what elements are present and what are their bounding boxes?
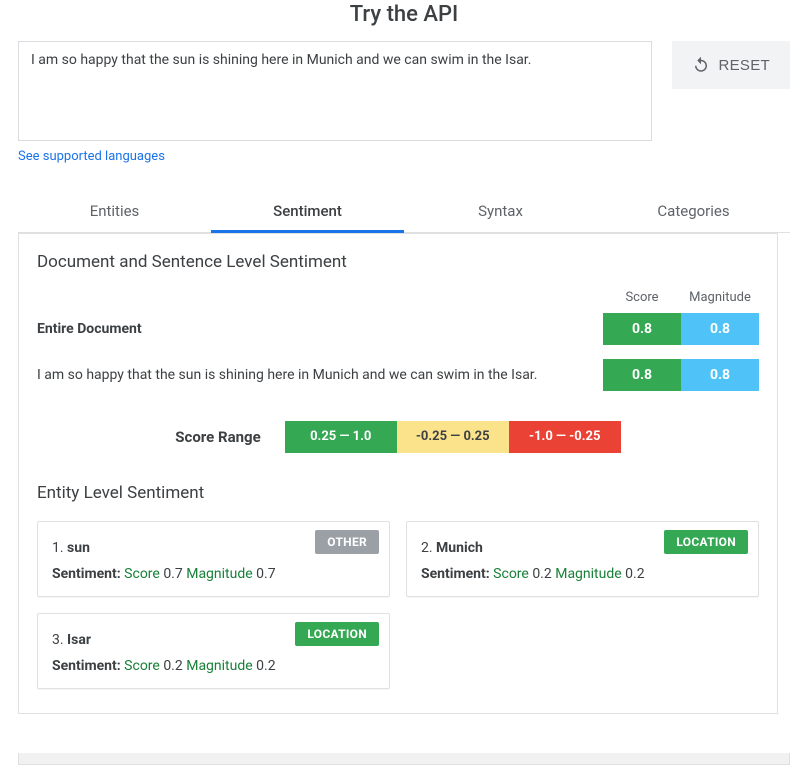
- tab-sentiment[interactable]: Sentiment: [211, 190, 404, 232]
- results-scroll[interactable]: Document and Sentence Level Sentiment Sc…: [18, 233, 790, 753]
- entity-sentiment: Sentiment: Score 0.7 Magnitude 0.7: [52, 566, 375, 582]
- horizontal-scrollbar[interactable]: [18, 753, 790, 765]
- entity-sentiment: Sentiment: Score 0.2 Magnitude 0.2: [421, 566, 744, 582]
- tab-entities[interactable]: Entities: [18, 190, 211, 232]
- doc-section-title: Document and Sentence Level Sentiment: [37, 252, 759, 272]
- sentence-score: 0.8: [603, 359, 681, 391]
- entire-doc-score: 0.8: [603, 313, 681, 345]
- entity-section-title: Entity Level Sentiment: [37, 483, 759, 503]
- supported-languages-link[interactable]: See supported languages: [18, 149, 165, 164]
- range-positive: 0.25 — 1.0: [285, 421, 397, 453]
- sentence-magnitude: 0.8: [681, 359, 759, 391]
- entity-card: OTHER1. sunSentiment: Score 0.7 Magnitud…: [37, 521, 390, 597]
- entity-sentiment: Sentiment: Score 0.2 Magnitude 0.2: [52, 658, 375, 674]
- tab-syntax[interactable]: Syntax: [404, 190, 597, 232]
- magnitude-header: Magnitude: [681, 290, 759, 305]
- score-range-legend: 0.25 — 1.0 -0.25 — 0.25 -1.0 — -0.25: [285, 421, 621, 453]
- entity-tag: LOCATION: [664, 530, 748, 554]
- range-negative: -1.0 — -0.25: [509, 421, 621, 453]
- tab-categories[interactable]: Categories: [597, 190, 790, 232]
- sentence-text: I am so happy that the sun is shining he…: [37, 367, 603, 383]
- reset-button[interactable]: RESET: [672, 41, 790, 89]
- score-header: Score: [603, 290, 681, 305]
- score-range-label: Score Range: [175, 428, 260, 446]
- entity-tag: LOCATION: [295, 622, 379, 646]
- input-text[interactable]: I am so happy that the sun is shining he…: [18, 41, 652, 141]
- entity-card: LOCATION3. IsarSentiment: Score 0.2 Magn…: [37, 613, 390, 689]
- entire-doc-magnitude: 0.8: [681, 313, 759, 345]
- range-neutral: -0.25 — 0.25: [397, 421, 509, 453]
- tabs: Entities Sentiment Syntax Categories: [18, 190, 790, 233]
- reset-icon: [692, 56, 710, 74]
- reset-label: RESET: [718, 57, 770, 74]
- entire-document-label: Entire Document: [37, 321, 603, 337]
- page-title: Try the API: [18, 2, 790, 27]
- entity-card: LOCATION2. MunichSentiment: Score 0.2 Ma…: [406, 521, 759, 597]
- entity-tag: OTHER: [315, 530, 379, 554]
